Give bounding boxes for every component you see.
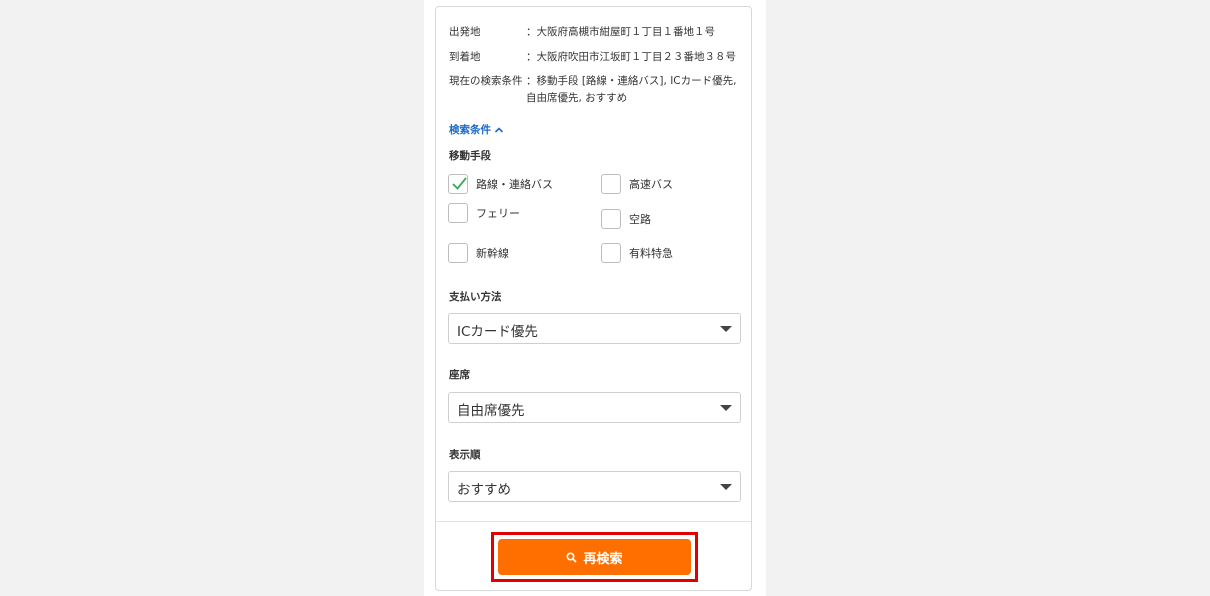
transport-option-highway-bus[interactable]: 高速バス: [601, 174, 673, 194]
checkbox-label: 路線・連絡バス: [476, 178, 553, 191]
current-conditions-label: 現在の検索条件: [449, 75, 523, 87]
transport-title: 移動手段: [449, 150, 491, 162]
check-icon: [452, 177, 467, 190]
order-select[interactable]: おすすめ: [448, 471, 741, 502]
destination-label: 到着地: [449, 51, 481, 63]
transport-option-ferry[interactable]: フェリー: [448, 203, 520, 223]
destination-value: ：大阪府吹田市江坂町１丁目２３番地３８号: [526, 51, 736, 63]
checkbox-label: フェリー: [476, 207, 520, 220]
seat-selected-value: 自由席優先: [457, 403, 525, 419]
current-conditions-value: ：移動手段 [路線・連絡バス], ICカード優先, 自由席優先, おすすめ: [526, 75, 737, 104]
transport-option-limited-express[interactable]: 有料特急: [601, 243, 673, 263]
checkbox[interactable]: [448, 203, 468, 223]
checkbox-label: 有料特急: [629, 247, 673, 260]
dropdown-caret-icon: [720, 326, 732, 332]
checkbox[interactable]: [448, 174, 468, 194]
seat-title: 座席: [449, 369, 470, 381]
checkbox[interactable]: [601, 174, 621, 194]
checkbox[interactable]: [601, 209, 621, 229]
seat-select[interactable]: 自由席優先: [448, 392, 741, 423]
order-title: 表示順: [449, 449, 481, 461]
transport-option-shinkansen[interactable]: 新幹線: [448, 243, 509, 263]
search-conditions-toggle[interactable]: 検索条件: [449, 122, 504, 137]
search-icon: [566, 551, 578, 563]
dropdown-caret-icon: [720, 484, 732, 490]
order-selected-value: おすすめ: [457, 482, 511, 498]
checkbox[interactable]: [601, 243, 621, 263]
search-conditions-toggle-label: 検索条件: [449, 124, 491, 136]
origin-label: 出発地: [449, 26, 481, 38]
chevron-up-icon: [494, 125, 504, 135]
dropdown-caret-icon: [720, 405, 732, 411]
transport-option-route-bus[interactable]: 路線・連絡バス: [448, 174, 553, 194]
checkbox-label: 新幹線: [476, 247, 509, 260]
payment-selected-value: ICカード優先: [457, 324, 538, 340]
research-button-label: 再検索: [583, 551, 623, 567]
checkbox-label: 高速バス: [629, 178, 673, 191]
origin-value: ：大阪府高槻市紺屋町１丁目１番地１号: [526, 26, 715, 38]
research-button[interactable]: 再検索: [498, 539, 691, 575]
payment-select[interactable]: ICカード優先: [448, 313, 741, 344]
checkbox-label: 空路: [629, 213, 651, 226]
search-conditions-card: 出発地 ：大阪府高槻市紺屋町１丁目１番地１号 到着地 ：大阪府吹田市江坂町１丁目…: [435, 6, 752, 591]
transport-option-air[interactable]: 空路: [601, 209, 651, 229]
checkbox[interactable]: [448, 243, 468, 263]
payment-title: 支払い方法: [449, 291, 502, 303]
divider: [436, 521, 751, 522]
